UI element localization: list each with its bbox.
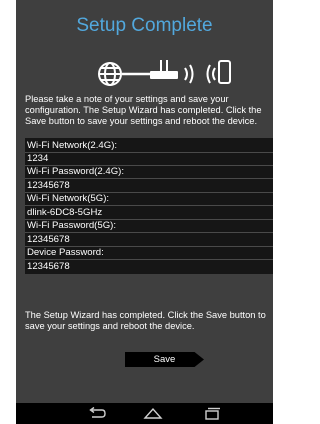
setting-label: Wi-Fi Network(2.4G):: [27, 140, 118, 151]
phone-icon: [218, 60, 231, 84]
setting-value: 12345678: [27, 234, 70, 245]
divider: [25, 232, 273, 233]
divider: [25, 152, 273, 153]
globe-icon: [98, 62, 122, 86]
divider: [25, 205, 273, 206]
setting-label: Device Password:: [27, 247, 104, 258]
setting-label: Wi-Fi Password(5G):: [27, 220, 117, 231]
setting-label: Wi-Fi Password(2.4G):: [27, 166, 125, 177]
home-icon[interactable]: [142, 406, 164, 421]
setting-value: 12345678: [27, 180, 70, 191]
divider: [25, 178, 273, 179]
back-icon[interactable]: [86, 406, 108, 421]
settings-summary: Wi-Fi Network(2.4G): 1234 Wi-Fi Password…: [25, 138, 273, 274]
setup-screen: Setup Complete Please take a note of you…: [16, 0, 273, 424]
setting-value: dlink-6DC8-5GHz: [27, 207, 103, 218]
setting-value: 1234: [27, 153, 49, 164]
page-title: Setup Complete: [76, 15, 213, 36]
instruction-text: Please take a note of your settings and …: [25, 94, 262, 126]
divider: [25, 259, 273, 260]
save-button[interactable]: Save: [125, 352, 204, 367]
navigation-bar: [16, 403, 273, 424]
connection-graphic: [98, 60, 231, 86]
wifi-waves-icon: [184, 64, 194, 84]
setting-value: 12345678: [27, 261, 70, 272]
router-icon: [150, 60, 178, 79]
recent-apps-icon[interactable]: [201, 406, 223, 421]
phone-wave-icon: [206, 64, 216, 84]
completion-text: The Setup Wizard has completed. Click th…: [25, 310, 266, 331]
setting-label: Wi-Fi Network(5G):: [27, 193, 110, 204]
